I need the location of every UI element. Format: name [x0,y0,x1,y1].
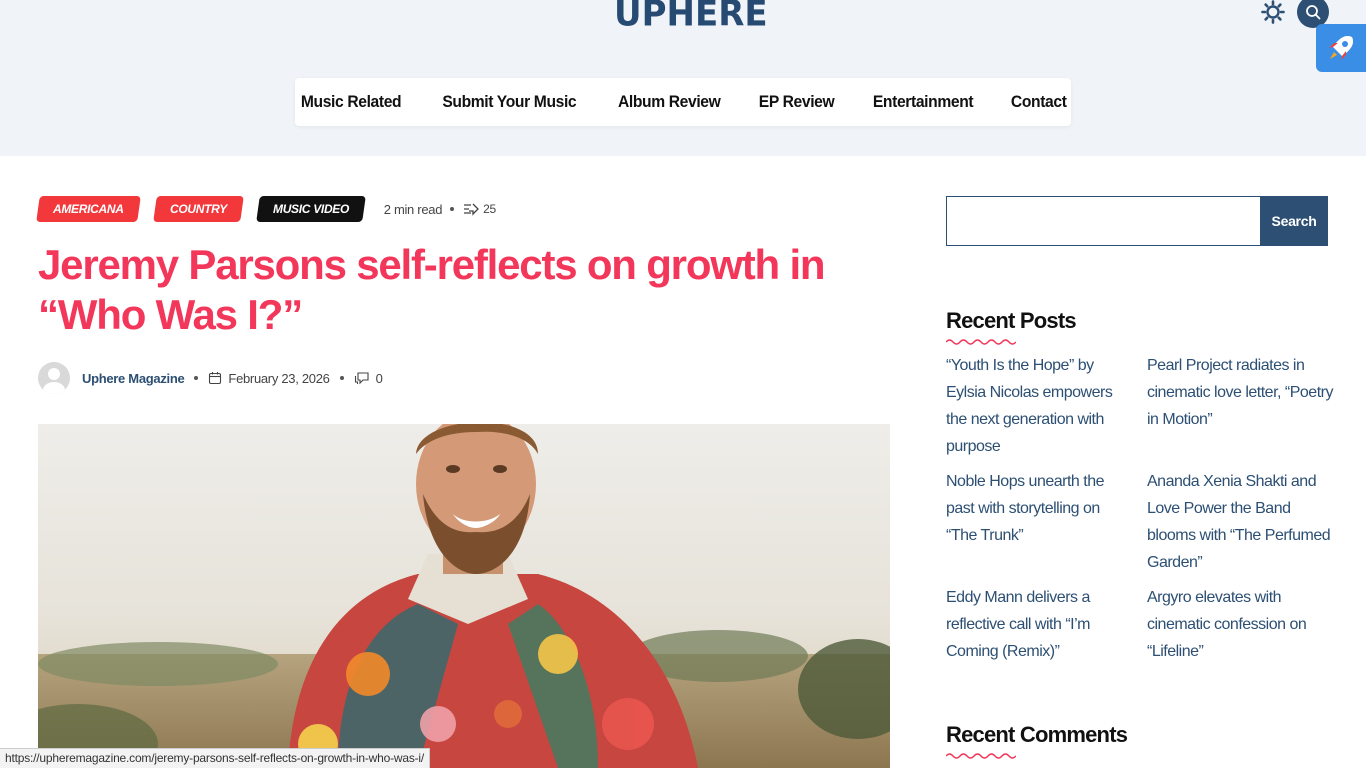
nav-item-music-related[interactable]: Music Related [287,92,416,112]
rocket-button[interactable] [1316,24,1366,72]
title-squiggle [946,753,1016,759]
sidebar-search-button[interactable]: Search [1260,196,1328,246]
separator-dot [194,376,199,380]
recent-comments-title: Recent Comments [946,722,1128,747]
featured-image [38,424,890,768]
tag-label: MUSIC VIDEO [272,202,349,216]
recent-comments-widget: Recent Comments [946,722,1128,760]
calendar-icon [209,372,222,385]
tag-label: COUNTRY [169,202,227,216]
recent-post-link[interactable]: Argyro elevates with cinematic confessio… [1147,584,1333,665]
title-squiggle [946,339,1016,345]
avatar[interactable] [38,362,70,394]
recent-post-link[interactable]: Eddy Mann delivers a reflective call wit… [946,584,1132,665]
tag-americana[interactable]: AMERICANA [36,196,141,222]
recent-post-link[interactable]: “Youth Is the Hope” by Eylsia Nicolas em… [946,352,1132,460]
view-count: 25 [483,202,496,216]
tag-country[interactable]: COUNTRY [152,196,244,222]
tag-music-video[interactable]: MUSIC VIDEO [255,196,366,222]
post-date: February 23, 2026 [228,370,330,386]
sidebar-search-input[interactable] [946,196,1260,246]
tag-label: AMERICANA [53,202,124,216]
browser-status-bar: https://upheremagazine.com/jeremy-parson… [0,748,431,768]
views-icon [464,203,480,216]
article-meta-top: AMERICANA COUNTRY MUSIC VIDEO 2 min read… [36,196,496,222]
recent-post-link[interactable]: Ananda Xenia Shakti and Love Power the B… [1147,468,1333,576]
rocket-icon [1329,36,1353,60]
search-icon [1306,5,1321,20]
comments-icon [354,372,369,385]
nav-item-submit-your-music[interactable]: Submit Your Music [428,92,590,112]
article-title: Jeremy Parsons self-reflects on growth i… [38,241,826,338]
nav-item-contact[interactable]: Contact [997,92,1081,112]
nav-item-album-review[interactable]: Album Review [604,92,735,112]
theme-toggle-icon[interactable] [1261,0,1285,24]
nav-item-entertainment[interactable]: Entertainment [859,92,988,112]
author-link[interactable]: Uphere Magazine [82,371,185,386]
recent-posts-list: “Youth Is the Hope” by Eylsia Nicolas em… [946,352,1333,665]
recent-post-link[interactable]: Pearl Project radiates in cinematic love… [1147,352,1333,460]
recent-post-link[interactable]: Noble Hops unearth the past with storyte… [946,468,1132,576]
site-logo[interactable]: UpHere [614,0,768,35]
recent-posts-widget: Recent Posts “Youth Is the Hope” by Eyls… [946,308,1333,665]
comment-count[interactable]: 0 [376,371,383,386]
read-time: 2 min read [383,201,443,217]
sidebar-search: Search [946,196,1328,246]
separator-dot [450,207,455,211]
nav-item-ep-review[interactable]: EP Review [745,92,849,112]
sidebar: Search Recent Posts “Youth Is the Hope” … [946,196,1333,759]
main-nav: Music Related Submit Your Music Album Re… [295,78,1071,126]
byline: Uphere Magazine February 23, 2026 0 [38,362,383,394]
read-meta: 2 min read 25 [384,202,496,217]
separator-dot [339,376,344,380]
recent-posts-title: Recent Posts [946,308,1077,333]
